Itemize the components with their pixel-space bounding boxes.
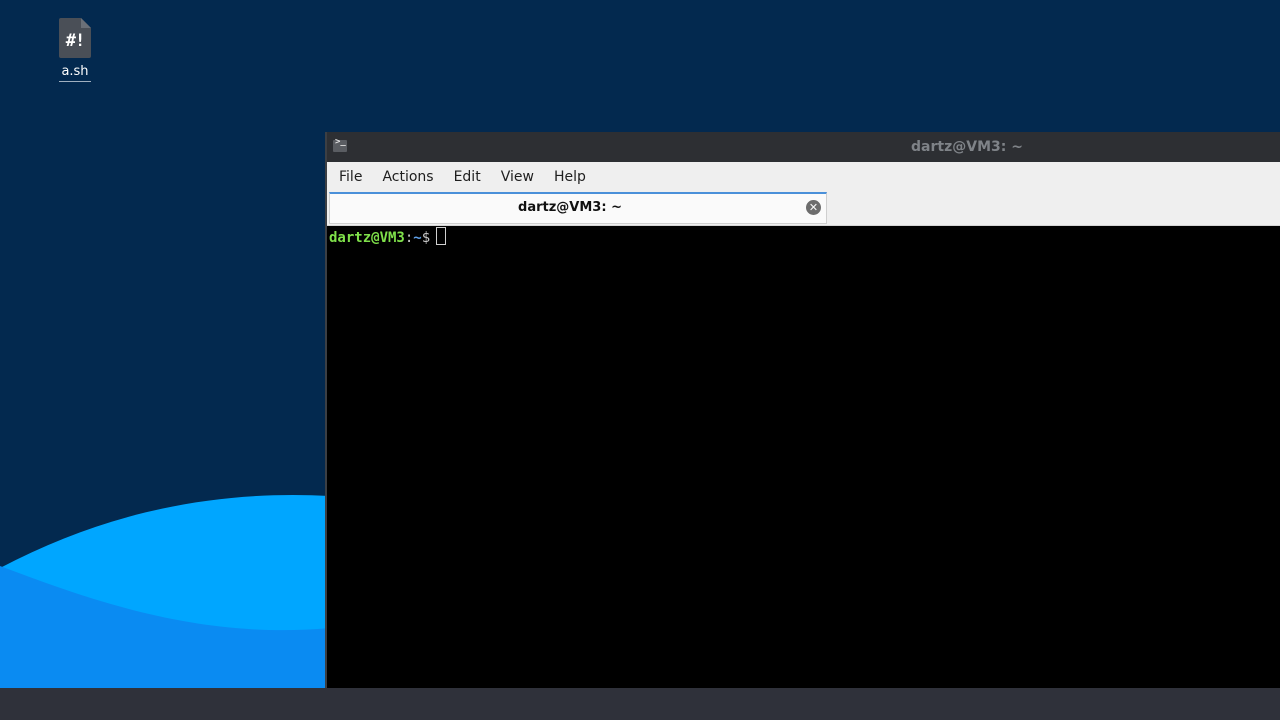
text-cursor	[436, 227, 447, 245]
terminal-icon-glyph: >_	[335, 137, 346, 147]
terminal-output[interactable]: dartz@VM3:~$	[327, 226, 1280, 688]
file-glyph-text: #!	[65, 31, 85, 51]
menu-file[interactable]: File	[327, 162, 372, 192]
prompt-symbol: $	[421, 230, 431, 246]
prompt-user-host: dartz@VM3	[329, 230, 405, 246]
prompt-line: dartz@VM3:~$	[329, 227, 447, 248]
terminal-window[interactable]: >_ dartz@VM3: ~ File Actions Edit View H…	[325, 132, 1280, 688]
desktop-icon-a-sh[interactable]: #! a.sh	[44, 18, 106, 82]
taskbar	[0, 688, 1280, 720]
menu-help[interactable]: Help	[544, 162, 596, 192]
tab-label: dartz@VM3: ~	[518, 200, 622, 215]
close-icon[interactable]: ✕	[806, 200, 821, 215]
terminal-icon[interactable]: >_	[333, 137, 347, 152]
window-titlebar[interactable]: >_ dartz@VM3: ~	[327, 132, 1280, 162]
tab-bar: dartz@VM3: ~ ✕	[327, 192, 1280, 226]
tab-terminal[interactable]: dartz@VM3: ~ ✕	[329, 192, 827, 224]
file-glyph-container: #!	[59, 18, 91, 58]
window-title: dartz@VM3: ~	[911, 139, 1023, 155]
menu-edit[interactable]: Edit	[444, 162, 491, 192]
menu-view[interactable]: View	[491, 162, 544, 192]
menu-bar: File Actions Edit View Help	[327, 162, 1280, 192]
wallpaper-wave	[0, 494, 330, 688]
prompt-path: ~	[413, 230, 422, 246]
desktop-icon-label: a.sh	[59, 64, 91, 82]
menu-actions[interactable]: Actions	[372, 162, 443, 192]
